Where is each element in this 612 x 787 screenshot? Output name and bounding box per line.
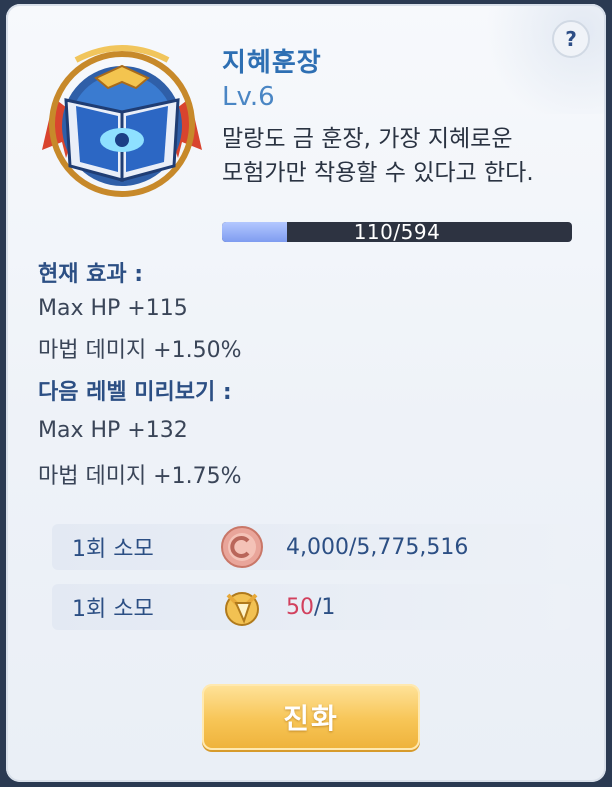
medal-detail-panel: ? 지혜훈장 Lv.6 말랑도 금 훈장, 가장 지혜로운 모험가만 착용할 수… xyxy=(6,4,606,782)
cost-value-owned: 50 xyxy=(286,594,314,620)
item-description: 말랑도 금 훈장, 가장 지혜로운 모험가만 착용할 수 있다고 한다. xyxy=(222,122,592,190)
current-stat-magic-damage: 마법 데미지 +1.50% xyxy=(38,338,242,363)
coin-icon xyxy=(221,526,263,568)
cost-label: 1회 소모 xyxy=(72,597,154,622)
cost-row-coin: 1회 소모 4,000/5,775,516 xyxy=(52,524,570,570)
next-level-heading: 다음 레벨 미리보기 : xyxy=(38,380,232,405)
cost-label: 1회 소모 xyxy=(72,537,154,562)
panel-decoration xyxy=(446,4,606,114)
evolve-button[interactable]: 진화 xyxy=(202,684,420,750)
gold-medal-icon xyxy=(225,592,259,626)
cost-value: 50/1 xyxy=(286,584,335,630)
cost-value-required: /1 xyxy=(314,594,336,620)
description-line: 말랑도 금 훈장, 가장 지혜로운 xyxy=(222,126,513,152)
exp-progress-text: 110/594 xyxy=(353,222,441,242)
cost-row-medal: 1회 소모 50/1 xyxy=(52,584,570,630)
item-name: 지혜훈장 xyxy=(222,48,322,78)
next-stat-magic-damage: 마법 데미지 +1.75% xyxy=(38,464,242,489)
item-level: Lv.6 xyxy=(222,82,275,112)
help-button[interactable]: ? xyxy=(552,20,590,58)
cost-value: 4,000/5,775,516 xyxy=(286,534,469,560)
wisdom-medal-icon xyxy=(42,45,202,197)
current-stat-maxhp: Max HP +115 xyxy=(38,296,188,321)
next-stat-maxhp: Max HP +132 xyxy=(38,418,188,443)
description-line: 모험가만 착용할 수 있다고 한다. xyxy=(222,160,534,186)
exp-progress-bar: 110/594 xyxy=(222,222,572,242)
current-effect-heading: 현재 효과 : xyxy=(38,262,144,287)
